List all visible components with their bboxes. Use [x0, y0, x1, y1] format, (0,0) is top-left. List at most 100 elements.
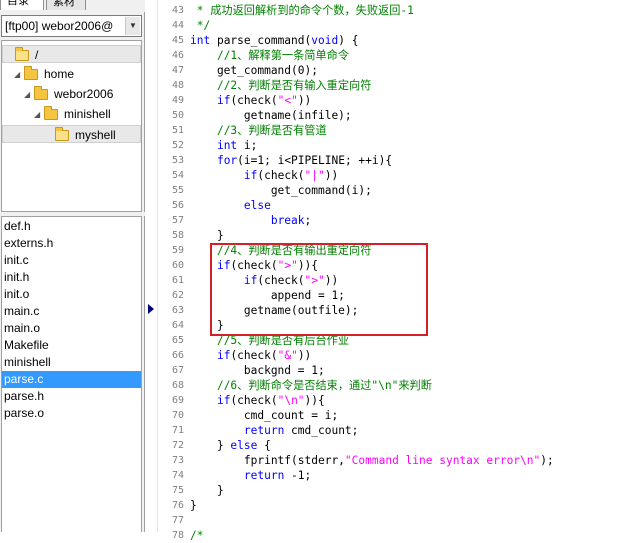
- code-line[interactable]: //2、判断是否有输入重定向符: [190, 78, 371, 93]
- code-line[interactable]: break;: [190, 213, 311, 228]
- code-token: if: [216, 94, 231, 107]
- expander-icon[interactable]: ◢: [14, 66, 22, 84]
- file-list-item[interactable]: parse.h: [2, 388, 141, 405]
- file-list-item[interactable]: externs.h: [2, 235, 141, 252]
- line-number: 51: [171, 125, 184, 136]
- code-token: "\n": [277, 394, 305, 407]
- tree-node[interactable]: /: [2, 45, 141, 63]
- file-list-item[interactable]: Makefile: [2, 337, 141, 354]
- current-line-marker-icon: [148, 304, 154, 314]
- panel-tabs: 目录 素材: [0, 0, 145, 12]
- file-list-item[interactable]: def.h: [2, 218, 141, 235]
- tree-node[interactable]: myshell: [2, 125, 141, 143]
- code-token: void: [311, 34, 339, 47]
- code-line[interactable]: */: [190, 18, 210, 33]
- line-number: 56: [171, 200, 184, 211]
- file-list: def.h externs.h init.c init.h init.o main.c ma…: [1, 216, 142, 532]
- code-token: get_command(0);: [190, 64, 318, 77]
- left-panel: 目录 素材 [ftp00] webor2006@ ▼ / ◢ home ◢ webor2…: [0, 0, 145, 532]
- line-number: 52: [171, 140, 184, 151]
- line-number: 72: [171, 440, 184, 451]
- code-line[interactable]: if(check("&")): [190, 348, 311, 363]
- code-token: "Command line syntax error\n": [344, 454, 541, 467]
- code-token: (check(: [230, 394, 278, 407]
- folder-icon: [24, 66, 38, 81]
- code-token: i;: [237, 139, 258, 152]
- code-token: //1、解释第一条简单命令: [216, 49, 350, 62]
- code-line[interactable]: get_command(i);: [190, 183, 372, 198]
- code-line[interactable]: if(check("|")): [190, 168, 338, 183]
- line-number: 45: [171, 35, 184, 46]
- tree-node[interactable]: ◢ webor2006: [24, 85, 113, 103]
- code-line[interactable]: //1、解释第一条简单命令: [190, 48, 349, 63]
- code-line[interactable]: backgnd = 1;: [190, 363, 325, 378]
- code-token: cmd_count;: [284, 424, 359, 437]
- line-number: 54: [171, 170, 184, 181]
- code-line[interactable]: } else {: [190, 438, 271, 453]
- code-token: fprintf(stderr,: [190, 454, 345, 467]
- code-token: )): [297, 349, 312, 362]
- code-line[interactable]: get_command(0);: [190, 63, 318, 78]
- code-line[interactable]: if(check("\n")){: [190, 393, 325, 408]
- code-token: backgnd = 1;: [190, 364, 325, 377]
- code-token: int: [190, 34, 211, 47]
- code-line[interactable]: fprintf(stderr,"Command line syntax erro…: [190, 453, 554, 468]
- file-list-item[interactable]: init.o: [2, 286, 141, 303]
- code-line[interactable]: return cmd_count;: [190, 423, 359, 438]
- code-line[interactable]: //6、判断命令是否结束，通过"\n"来判断: [190, 378, 432, 393]
- folder-icon: [34, 86, 48, 101]
- tree-node-label: home: [44, 67, 75, 81]
- chevron-down-icon[interactable]: ▼: [125, 17, 140, 35]
- code-line[interactable]: }: [190, 498, 197, 513]
- file-list-item[interactable]: main.c: [2, 303, 141, 320]
- code-line[interactable]: * 成功返回解析到的命令个数，失败返回-1: [190, 3, 414, 18]
- file-list-item[interactable]: init.c: [2, 252, 141, 269]
- tab-assets[interactable]: 素材: [46, 0, 86, 10]
- line-number: 74: [171, 470, 184, 481]
- server-dropdown[interactable]: [ftp00] webor2006@ ▼: [1, 15, 142, 37]
- code-token: )){: [304, 394, 325, 407]
- code-line[interactable]: if(check("<")): [190, 93, 311, 108]
- folder-icon: [44, 106, 58, 121]
- code-line[interactable]: /*: [190, 528, 203, 543]
- line-number: 78: [171, 530, 184, 541]
- expander-icon[interactable]: ◢: [24, 86, 32, 104]
- code-line[interactable]: }: [190, 228, 224, 243]
- file-list-item[interactable]: init.h: [2, 269, 141, 286]
- line-number: 61: [171, 275, 184, 286]
- line-number: 62: [171, 290, 184, 301]
- code-token: //6、判断命令是否结束，通过"\n"来判断: [216, 379, 432, 392]
- code-line[interactable]: //3、判断是否有管道: [190, 123, 327, 138]
- code-line[interactable]: int i;: [190, 138, 257, 153]
- line-number: 65: [171, 335, 184, 346]
- file-list-item[interactable]: minishell: [2, 354, 141, 371]
- code-token: )): [324, 169, 339, 182]
- file-list-item[interactable]: parse.o: [2, 405, 141, 422]
- file-list-item[interactable]: main.o: [2, 320, 141, 337]
- line-number: 68: [171, 380, 184, 391]
- tree-node[interactable]: ◢ minishell: [34, 105, 111, 123]
- code-line[interactable]: }: [190, 483, 224, 498]
- code-line[interactable]: int parse_command(void) {: [190, 33, 358, 48]
- code-editor[interactable]: 43 44 45 46 47 48 49 50 51 52 53 54 55 56 57 58 59 60 61 62…: [145, 0, 634, 542]
- code-line[interactable]: else: [190, 198, 271, 213]
- code-token: }: [190, 229, 224, 242]
- code-line[interactable]: getname(infile);: [190, 108, 352, 123]
- code-token: )): [297, 94, 312, 107]
- code-line[interactable]: return -1;: [190, 468, 311, 483]
- tree-node-label: webor2006: [54, 87, 114, 101]
- code-token: getname(infile);: [190, 109, 352, 122]
- tab-directory[interactable]: 目录: [0, 0, 44, 10]
- code-line[interactable]: cmd_count = i;: [190, 408, 338, 423]
- tree-node[interactable]: ◢ home: [14, 65, 74, 83]
- line-number: 63: [171, 305, 184, 316]
- expander-icon[interactable]: ◢: [34, 106, 42, 124]
- code-line[interactable]: for(i=1; i<PIPELINE; ++i){: [190, 153, 392, 168]
- code-token: get_command(i);: [190, 184, 372, 197]
- file-list-item[interactable]: parse.c: [2, 371, 141, 388]
